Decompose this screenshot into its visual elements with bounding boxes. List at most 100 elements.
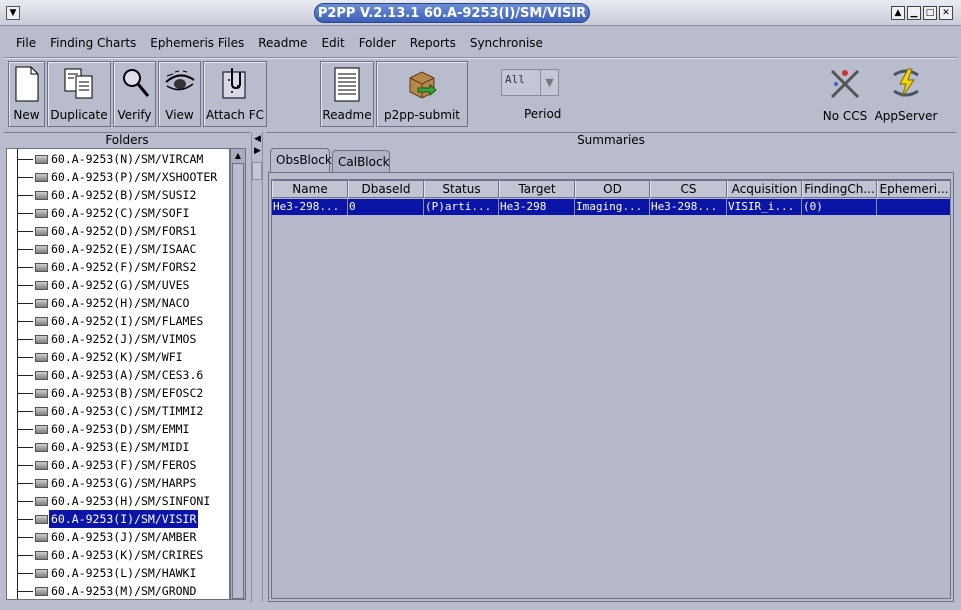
tree-item[interactable]: 60.A-9252(B)/SM/SUSI2 [7, 186, 229, 204]
tree-item[interactable]: 60.A-9252(K)/SM/WFI [7, 348, 229, 366]
tree-item[interactable]: 60.A-9252(C)/SM/SOFI [7, 204, 229, 222]
duplicate-button[interactable]: Duplicate [47, 61, 111, 127]
cell-target: He3-298 [499, 199, 575, 215]
attach-fc-button[interactable]: Attach FC [203, 61, 267, 127]
menu-ephemeris-files[interactable]: Ephemeris Files [150, 36, 244, 50]
period-select[interactable]: All ▼ [501, 69, 559, 96]
tree-item[interactable]: 60.A-9253(C)/SM/TIMMI2 [7, 402, 229, 420]
magnifier-icon [122, 69, 149, 97]
window-menu-button[interactable]: ▼ [6, 6, 20, 20]
menu-finding-charts[interactable]: Finding Charts [50, 36, 136, 50]
tree-item[interactable]: 60.A-9252(I)/SM/FLAMES [7, 312, 229, 330]
no-ccs-button[interactable]: No CCS [818, 61, 872, 127]
folder-icon [35, 299, 48, 308]
tree-item[interactable]: 60.A-9253(J)/SM/AMBER [7, 528, 229, 546]
cell-ephemeris [877, 199, 951, 215]
tree-item[interactable]: 60.A-9253(E)/SM/MIDI [7, 438, 229, 456]
folder-icon [35, 533, 48, 542]
tree-item[interactable]: 60.A-9253(A)/SM/CES3.6 [7, 366, 229, 384]
column-header-findingcharts[interactable]: FindingCh... [802, 180, 877, 198]
menu-edit[interactable]: Edit [321, 36, 344, 50]
collapse-right-icon[interactable]: ▶ [254, 146, 261, 156]
tree-item[interactable]: 60.A-9252(D)/SM/FORS1 [7, 222, 229, 240]
tree-item[interactable]: 60.A-9253(M)/SM/GROND [7, 582, 229, 599]
folder-icon [35, 461, 48, 470]
column-header-cs[interactable]: CS [650, 180, 727, 198]
tab-obsblock[interactable]: ObsBlock [270, 148, 332, 172]
splitter-handle[interactable] [252, 162, 262, 180]
folder-icon [35, 479, 48, 488]
view-button[interactable]: View [158, 61, 201, 127]
table-row[interactable]: He3-298... 0 (P)arti... He3-298 Imaging.… [272, 199, 951, 215]
appserver-button[interactable]: AppServer [874, 61, 938, 127]
tree-item[interactable]: 60.A-9253(F)/SM/FEROS [7, 456, 229, 474]
tree-item[interactable]: 60.A-9253(K)/SM/CRIRES [7, 546, 229, 564]
summaries-panel: Name DbaseId Status Target OD CS Acquisi… [268, 172, 954, 602]
tree-item[interactable]: 60.A-9253(L)/SM/HAWKI [7, 564, 229, 582]
table-header: Name DbaseId Status Target OD CS Acquisi… [272, 180, 951, 198]
folder-icon [35, 335, 48, 344]
tree-item[interactable]: 60.A-9253(B)/SM/EFOSC2 [7, 384, 229, 402]
cell-dbaseid: 0 [348, 199, 424, 215]
chevron-down-icon[interactable]: ▼ [540, 70, 558, 95]
folder-icon [35, 569, 48, 578]
folder-tree[interactable]: 60.A-9253(N)/SM/VIRCAM 60.A-9253(P)/SM/X… [6, 148, 230, 600]
p2pp-submit-button[interactable]: p2pp-submit [376, 61, 468, 127]
menu-synchronise[interactable]: Synchronise [470, 36, 543, 50]
folder-icon [35, 173, 48, 182]
folder-tree-scrollbar[interactable]: ▲ [230, 148, 246, 600]
readme-button[interactable]: Readme [320, 61, 374, 127]
menu-bar: File Finding Charts Ephemeris Files Read… [0, 29, 961, 57]
tree-item[interactable]: 60.A-9252(F)/SM/FORS2 [7, 258, 229, 276]
close-button[interactable]: ✕ [939, 6, 953, 20]
column-header-acquisition[interactable]: Acquisition [727, 180, 802, 198]
cell-name: He3-298... [272, 199, 348, 215]
column-header-od[interactable]: OD [575, 180, 650, 198]
tree-item[interactable]: 60.A-9252(H)/SM/NACO [7, 294, 229, 312]
tree-item[interactable]: 60.A-9252(J)/SM/VIMOS [7, 330, 229, 348]
menu-folder[interactable]: Folder [359, 36, 396, 50]
tree-item[interactable]: 60.A-9253(D)/SM/EMMI [7, 420, 229, 438]
scrollbar-thumb[interactable] [232, 163, 244, 599]
column-header-ephemeris[interactable]: Ephemeri... [877, 180, 951, 198]
tree-item[interactable]: 60.A-9253(N)/SM/VIRCAM [7, 150, 229, 168]
tree-item[interactable]: 60.A-9252(G)/SM/UVES [7, 276, 229, 294]
maximize-button[interactable]: □ [923, 6, 937, 20]
title-bar: ▼ P2PP V.2.13.1 60.A-9253(I)/SM/VISIR ▲ … [0, 0, 961, 26]
ccs-disconnected-icon [830, 69, 860, 99]
window-title: P2PP V.2.13.1 60.A-9253(I)/SM/VISIR [314, 3, 590, 23]
shade-button[interactable]: ▲ [891, 6, 905, 20]
folder-icon [35, 227, 48, 236]
cell-acquisition: VISIR_i... [727, 199, 802, 215]
folder-icon [35, 353, 48, 362]
column-header-name[interactable]: Name [272, 180, 348, 198]
minimize-button[interactable]: ▁ [907, 6, 921, 20]
appserver-lightning-icon [893, 68, 919, 98]
verify-button[interactable]: Verify [113, 61, 156, 127]
tree-item-selected[interactable]: 60.A-9253(I)/SM/VISIR [7, 509, 229, 529]
menu-reports[interactable]: Reports [410, 36, 456, 50]
menu-file[interactable]: File [16, 36, 36, 50]
new-button[interactable]: New [8, 61, 45, 127]
readme-document-icon [334, 67, 360, 102]
menu-readme[interactable]: Readme [258, 36, 307, 50]
folder-icon [35, 245, 48, 254]
column-header-target[interactable]: Target [499, 180, 575, 198]
tree-item[interactable]: 60.A-9253(P)/SM/XSHOOTER [7, 168, 229, 186]
folder-icon [35, 515, 48, 524]
tree-item[interactable]: 60.A-9252(E)/SM/ISAAC [7, 240, 229, 258]
obsblock-table[interactable]: Name DbaseId Status Target OD CS Acquisi… [271, 179, 951, 599]
collapse-left-icon[interactable]: ◀ [254, 134, 261, 144]
tree-item[interactable]: 60.A-9253(H)/SM/SINFONI [7, 492, 229, 510]
folder-icon [35, 209, 48, 218]
eye-icon [164, 70, 195, 91]
scroll-up-icon[interactable]: ▲ [232, 150, 244, 162]
tab-calblock[interactable]: CalBlock [332, 150, 390, 172]
column-header-status[interactable]: Status [424, 180, 499, 198]
folder-icon [35, 551, 48, 560]
column-header-dbaseid[interactable]: DbaseId [348, 180, 424, 198]
tree-item[interactable]: 60.A-9253(G)/SM/HARPS [7, 474, 229, 492]
folder-icon [35, 587, 48, 596]
panel-splitter[interactable]: ◀ ▶ [251, 132, 263, 602]
folder-icon [35, 263, 48, 272]
